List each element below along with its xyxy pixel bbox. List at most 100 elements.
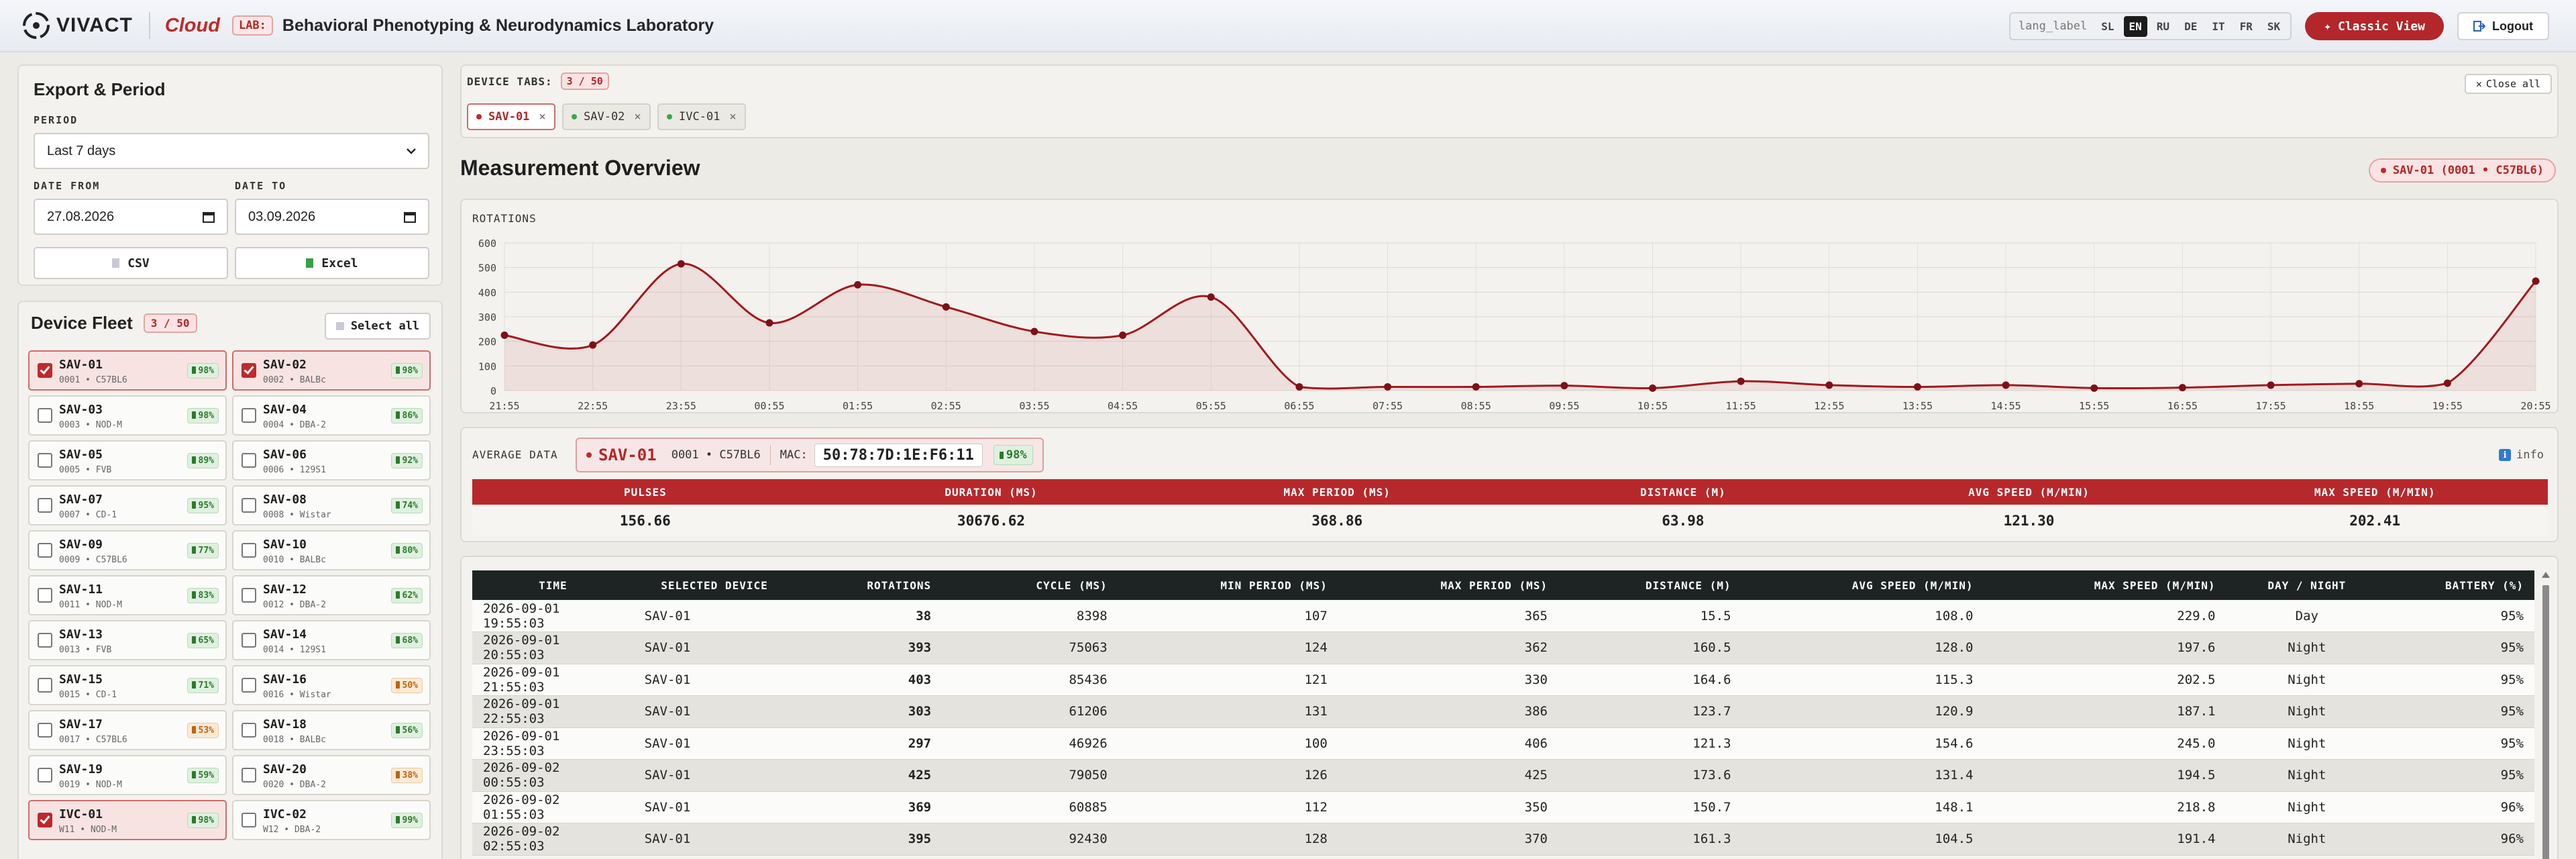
date-from-input[interactable]: 27.08.2026: [34, 199, 228, 235]
excel-export-button[interactable]: Excel: [235, 247, 429, 279]
device-card[interactable]: SAV-04 0004 • DBA-2 86%: [232, 395, 431, 436]
tab-sav-02[interactable]: SAV-02 ×: [562, 103, 651, 130]
table-row[interactable]: 2026-09-01 20:55:03 SAV-01 393 75063 124 362 1…: [472, 631, 2534, 664]
table-row[interactable]: 2026-09-01 22:55:03 SAV-01 303 61206 131 386 1…: [472, 695, 2534, 728]
device-card[interactable]: SAV-09 0009 • C57BL6 77%: [28, 530, 227, 570]
device-checkbox[interactable]: [38, 408, 52, 423]
table-row[interactable]: 2026-09-02 01:55:03 SAV-01 369 60885 112 350 1…: [472, 791, 2534, 823]
measurements-table: TIME SELECTED DEVICE ROTATIONS CYCLE (MS…: [472, 570, 2534, 856]
device-checkbox[interactable]: [38, 633, 52, 648]
scroll-thumb[interactable]: [2542, 585, 2549, 859]
device-card[interactable]: SAV-18 0018 • BALBc 56%: [232, 710, 431, 750]
csv-label: CSV: [127, 256, 150, 270]
device-card[interactable]: IVC-01 W11 • NOD-M 98%: [28, 800, 227, 840]
device-checkbox[interactable]: [241, 723, 256, 738]
col-distance[interactable]: DISTANCE (M): [1558, 570, 1742, 600]
device-checkbox[interactable]: [241, 678, 256, 693]
lang-sk[interactable]: SK: [2262, 16, 2286, 37]
select-all-button[interactable]: Select all: [325, 313, 431, 340]
csv-export-button[interactable]: CSV: [34, 247, 228, 279]
col-cycle[interactable]: CYCLE (MS): [942, 570, 1118, 600]
device-checkbox[interactable]: [38, 768, 52, 782]
lang-ru[interactable]: RU: [2151, 16, 2175, 37]
device-card[interactable]: SAV-02 0002 • BALBc 98%: [232, 350, 431, 391]
lang-de[interactable]: DE: [2179, 16, 2202, 37]
cell-time: 2026-09-01 23:55:03: [472, 727, 634, 760]
info-button[interactable]: i info: [2499, 448, 2544, 462]
device-card[interactable]: SAV-08 0008 • Wistar 74%: [232, 485, 431, 525]
lang-it[interactable]: IT: [2206, 16, 2230, 37]
device-checkbox[interactable]: [241, 813, 256, 827]
device-checkbox[interactable]: [241, 588, 256, 603]
device-card[interactable]: SAV-03 0003 • NOD-M 98%: [28, 395, 227, 436]
device-checkbox[interactable]: [241, 408, 256, 423]
col-time[interactable]: TIME: [472, 570, 634, 600]
tab-ivc-01[interactable]: IVC-01 ×: [657, 103, 746, 130]
device-checkbox[interactable]: [241, 363, 256, 378]
device-checkbox[interactable]: [38, 498, 52, 513]
table-row[interactable]: 2026-09-01 19:55:03 SAV-01 38 8398 107 365 15.…: [472, 600, 2534, 632]
logout-button[interactable]: Logout: [2457, 12, 2549, 40]
table-row[interactable]: 2026-09-01 21:55:03 SAV-01 403 85436 121 330 1…: [472, 664, 2534, 696]
lang-en[interactable]: EN: [2123, 15, 2147, 37]
fleet-header: Device Fleet 3 / 50: [31, 313, 197, 334]
col-avg-speed[interactable]: AVG SPEED (M/MIN): [1741, 570, 1984, 600]
lang-sl[interactable]: SL: [2096, 16, 2119, 37]
device-card[interactable]: SAV-13 0013 • FVB 65%: [28, 620, 227, 660]
brand[interactable]: VIVACT: [20, 9, 133, 42]
device-checkbox[interactable]: [241, 453, 256, 468]
col-day-night[interactable]: DAY / NIGHT: [2226, 570, 2388, 600]
device-card[interactable]: SAV-19 0019 • NOD-M 59%: [28, 755, 227, 795]
col-rotations[interactable]: ROTATIONS: [795, 570, 943, 600]
data-point: [677, 260, 685, 268]
tab-close-icon[interactable]: ×: [729, 110, 736, 123]
device-checkbox[interactable]: [241, 768, 256, 782]
table-scrollbar[interactable]: [2541, 572, 2551, 859]
tab-close-icon[interactable]: ×: [634, 110, 641, 123]
device-card[interactable]: SAV-16 0016 • Wistar 50%: [232, 665, 431, 705]
battery-value: 65%: [198, 636, 214, 646]
scroll-up-arrow-icon[interactable]: [2542, 572, 2550, 578]
device-card[interactable]: SAV-05 0005 • FVB 89%: [28, 440, 227, 481]
battery-badge: 92%: [390, 453, 423, 468]
device-checkbox[interactable]: [38, 678, 52, 693]
col-device[interactable]: SELECTED DEVICE: [633, 570, 796, 600]
device-checkbox[interactable]: [38, 813, 52, 827]
device-checkbox[interactable]: [241, 633, 256, 648]
table-row[interactable]: 2026-09-02 02:55:03 SAV-01 395 92430 128 370 1…: [472, 823, 2534, 856]
device-checkbox[interactable]: [38, 588, 52, 603]
col-min-period[interactable]: MIN PERIOD (MS): [1118, 570, 1338, 600]
device-checkbox[interactable]: [38, 363, 52, 378]
x-tick-label: 13:55: [1902, 400, 1933, 411]
device-checkbox[interactable]: [241, 498, 256, 513]
close-all-button[interactable]: ✕ Close all: [2465, 74, 2552, 94]
device-card[interactable]: SAV-12 0012 • DBA-2 62%: [232, 575, 431, 615]
device-card[interactable]: SAV-07 0007 • CD-1 95%: [28, 485, 227, 525]
x-tick-label: 18:55: [2344, 400, 2374, 411]
date-to-input[interactable]: 03.09.2026: [235, 199, 429, 235]
device-checkbox[interactable]: [38, 543, 52, 558]
col-max-period[interactable]: MAX PERIOD (MS): [1338, 570, 1558, 600]
device-card[interactable]: SAV-11 0011 • NOD-M 83%: [28, 575, 227, 615]
device-card[interactable]: SAV-15 0015 • CD-1 71%: [28, 665, 227, 705]
device-card[interactable]: SAV-01 0001 • C57BL6 98%: [28, 350, 227, 391]
device-card[interactable]: SAV-14 0014 • 129S1 68%: [232, 620, 431, 660]
col-max-speed[interactable]: MAX SPEED (M/MIN): [1984, 570, 2226, 600]
average-device-sub: 0001 • C57BL6: [671, 448, 761, 462]
device-checkbox[interactable]: [38, 453, 52, 468]
device-card[interactable]: SAV-17 0017 • C57BL6 53%: [28, 710, 227, 750]
device-card[interactable]: IVC-02 W12 • DBA-2 99%: [232, 800, 431, 840]
device-card[interactable]: SAV-10 0010 • BALBc 80%: [232, 530, 431, 570]
tab-sav-01[interactable]: SAV-01 ×: [467, 103, 555, 130]
table-row[interactable]: 2026-09-01 23:55:03 SAV-01 297 46926 100 406 1…: [472, 727, 2534, 760]
lang-fr[interactable]: FR: [2235, 16, 2258, 37]
device-checkbox[interactable]: [38, 723, 52, 738]
col-battery[interactable]: BATTERY (%): [2387, 570, 2534, 600]
classic-view-button[interactable]: ✦ Classic View: [2305, 12, 2445, 40]
device-card[interactable]: SAV-06 0006 • 129S1 92%: [232, 440, 431, 481]
device-checkbox[interactable]: [241, 543, 256, 558]
device-card[interactable]: SAV-20 0020 • DBA-2 38%: [232, 755, 431, 795]
period-select[interactable]: Last 7 days: [34, 133, 429, 169]
tab-close-icon[interactable]: ×: [539, 110, 545, 123]
table-row[interactable]: 2026-09-02 00:55:03 SAV-01 425 79050 126 425 1…: [472, 759, 2534, 792]
